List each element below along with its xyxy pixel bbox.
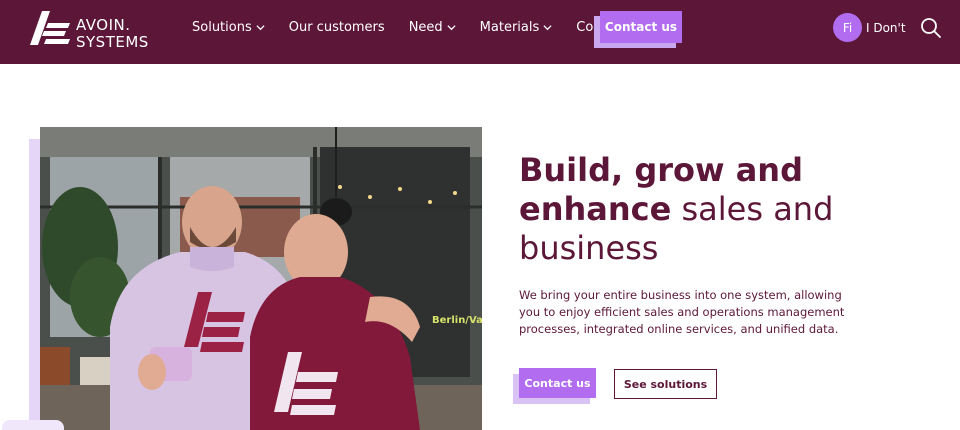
brand-logo[interactable]: AVOIN. SYSTEMS xyxy=(30,9,150,51)
site-header: AVOIN. SYSTEMS Solutions Our customers N… xyxy=(0,0,960,64)
nav-item-label: Our customers xyxy=(288,20,385,35)
chevron-down-icon xyxy=(256,25,265,31)
avoin-logo-icon xyxy=(30,11,70,45)
nav-item-label: Materials xyxy=(479,20,540,35)
corner-chip[interactable] xyxy=(2,420,64,430)
brand-line-1: AVOIN. xyxy=(76,16,131,34)
hero-contact-button[interactable]: Contact us xyxy=(519,368,596,398)
hero-description: We bring your entire business into one s… xyxy=(519,288,845,336)
user-menu[interactable]: Fi I Don't xyxy=(833,13,906,42)
brand-wordmark: AVOIN. SYSTEMS xyxy=(76,17,149,51)
nav-contact-wrapper: Contact us xyxy=(594,11,682,48)
nav-item-label: Solutions xyxy=(192,20,252,35)
hero-contact-wrapper: Contact us xyxy=(513,368,599,404)
nav-contact-button[interactable]: Contact us xyxy=(600,11,682,43)
nav-item-materials[interactable]: Materials xyxy=(480,20,553,35)
chevron-down-icon xyxy=(543,25,552,31)
nav-item-solutions[interactable]: Solutions xyxy=(192,20,265,35)
photo-sign-text: Berlin/Va xyxy=(432,315,482,326)
brand-line-2: SYSTEMS xyxy=(76,33,149,51)
hero-photo: Berlin/Va xyxy=(40,127,482,430)
chevron-down-icon xyxy=(447,25,456,31)
avatar: Fi xyxy=(833,13,862,42)
nav-item-label: Need xyxy=(408,20,443,35)
search-icon[interactable] xyxy=(920,17,942,39)
see-solutions-button[interactable]: See solutions xyxy=(614,369,717,399)
nav-item-need[interactable]: Need xyxy=(409,20,456,35)
hero-photo-illustration: Berlin/Va xyxy=(40,127,482,430)
user-name: I Don't xyxy=(866,20,906,35)
hero-headline: Build, grow and enhance sales and busine… xyxy=(519,151,839,268)
nav-item-our-customers[interactable]: Our customers xyxy=(289,20,385,35)
